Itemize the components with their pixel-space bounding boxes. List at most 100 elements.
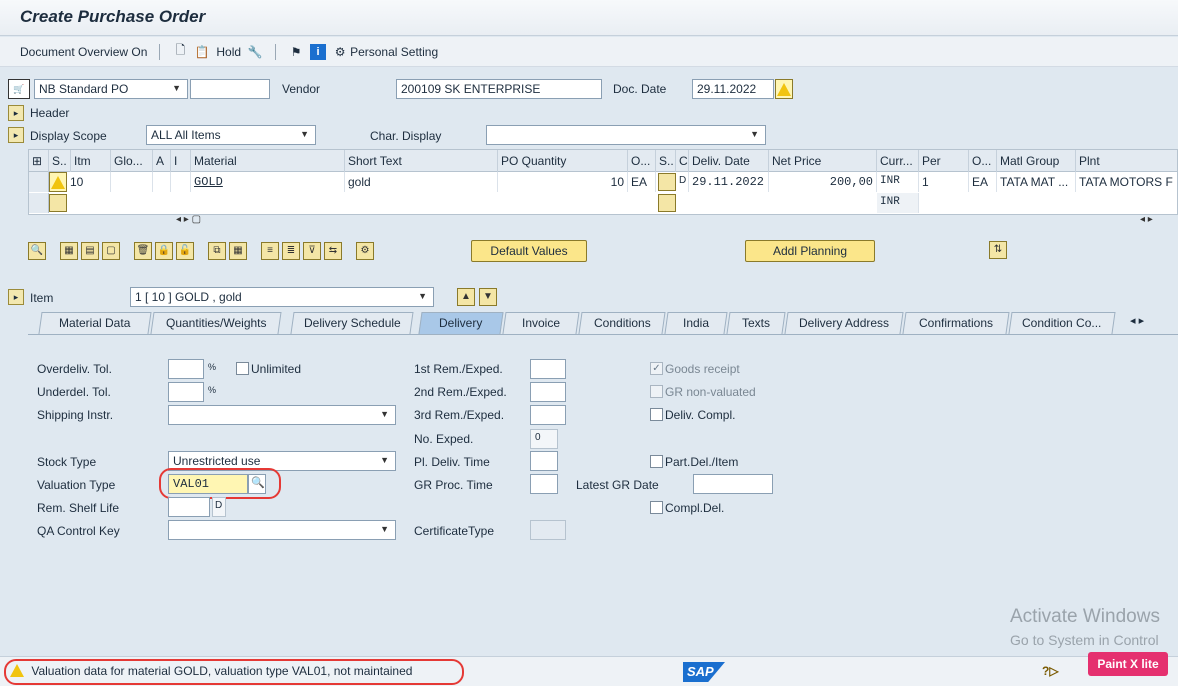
tab-quantities-weights[interactable]: Quantities/Weights xyxy=(150,312,282,334)
tab-material-data[interactable]: Material Data xyxy=(38,312,152,334)
doc-date-warning-icon[interactable] xyxy=(775,79,793,99)
details-icon[interactable]: 🔍 xyxy=(28,242,46,260)
row-selector[interactable] xyxy=(29,172,49,192)
copy-icon[interactable]: ⧉ xyxy=(208,242,226,260)
display-scope-icon[interactable]: ▸ xyxy=(8,127,24,143)
row1-global[interactable] xyxy=(111,172,153,192)
col-opu[interactable]: O... xyxy=(969,150,997,172)
tab-condition-control[interactable]: Condition Co... xyxy=(1008,312,1116,334)
row1-plant[interactable]: TATA MOTORS F xyxy=(1076,172,1178,192)
col-matl-group[interactable]: Matl Group xyxy=(997,150,1076,172)
copy-document-icon[interactable]: 📋 xyxy=(194,44,210,60)
tab-invoice[interactable]: Invoice xyxy=(502,312,580,334)
compl-del-checkbox[interactable] xyxy=(650,501,663,514)
document-overview-button[interactable]: Document Overview On xyxy=(20,45,147,59)
tab-india[interactable]: India xyxy=(664,312,728,334)
filter-icon[interactable]: ⊽ xyxy=(303,242,321,260)
underdel-tol-field[interactable] xyxy=(168,382,204,402)
row1-short-text[interactable]: gold xyxy=(345,172,498,192)
display-scope-select[interactable]: ALL All Items xyxy=(146,125,316,145)
col-deliv-date[interactable]: Deliv. Date xyxy=(689,150,769,172)
gr-non-valuated-checkbox[interactable] xyxy=(650,385,663,398)
col-c[interactable]: C xyxy=(676,150,689,172)
lock-icon[interactable]: 🔒 xyxy=(155,242,173,260)
tab-conditions[interactable]: Conditions xyxy=(578,312,666,334)
row2-status-icon[interactable] xyxy=(49,194,67,212)
deselect-icon[interactable]: ▢ xyxy=(102,242,120,260)
rem1-field[interactable] xyxy=(530,359,566,379)
row1-itemcat[interactable] xyxy=(171,172,191,192)
vendor-field[interactable]: 200109 SK ENTERPRISE xyxy=(396,79,602,99)
row2-schedule-icon[interactable] xyxy=(658,194,676,212)
doc-type-select[interactable]: NB Standard PO xyxy=(34,79,188,99)
item-collapse-icon[interactable]: ▸ xyxy=(8,289,24,305)
help-icon[interactable]: ?▷ xyxy=(1042,664,1059,678)
row1-currency[interactable]: INR xyxy=(877,172,919,192)
latest-gr-date-field[interactable] xyxy=(693,474,773,494)
item-select[interactable]: 1 [ 10 ] GOLD , gold xyxy=(130,287,434,307)
select-all-icon[interactable]: ▦ xyxy=(60,242,78,260)
messages-icon[interactable]: ⚑ xyxy=(288,44,304,60)
check-icon[interactable]: 🔧 xyxy=(247,44,263,60)
row-status-warning-icon[interactable] xyxy=(49,172,67,192)
col-per[interactable]: Per xyxy=(919,150,969,172)
row1-item[interactable]: 10 xyxy=(67,172,111,192)
row1-po-quantity[interactable]: 10 xyxy=(498,172,628,192)
col-item[interactable]: Itm xyxy=(71,150,111,172)
row1-matl-group[interactable]: TATA MAT ... xyxy=(997,172,1076,192)
select-block-icon[interactable]: ▤ xyxy=(81,242,99,260)
table-scroll-right[interactable]: ◂ ▸ xyxy=(1140,214,1153,230)
addl-planning-button[interactable]: Addl Planning xyxy=(745,240,875,262)
col-plant[interactable]: Plnt xyxy=(1076,150,1178,172)
sort-asc-icon[interactable]: ≡ xyxy=(261,242,279,260)
row-selector[interactable] xyxy=(29,193,49,213)
planning-icon[interactable]: ⇅ xyxy=(989,241,1007,259)
unlock-icon[interactable]: 🔓 xyxy=(176,242,194,260)
settings-icon[interactable]: ⚙ xyxy=(356,242,374,260)
doc-date-field[interactable]: 29.11.2022 xyxy=(692,79,774,99)
col-net-price[interactable]: Net Price xyxy=(769,150,877,172)
gr-proc-time-field[interactable] xyxy=(530,474,558,494)
col-s[interactable]: S.. xyxy=(656,150,676,172)
row1-account[interactable] xyxy=(153,172,171,192)
layout-icon[interactable]: ⇆ xyxy=(324,242,342,260)
personal-setting-button[interactable]: Personal Setting xyxy=(350,45,438,59)
part-del-item-checkbox[interactable] xyxy=(650,455,663,468)
col-global[interactable]: Glo... xyxy=(111,150,153,172)
row1-order-unit[interactable]: EA xyxy=(628,172,656,192)
new-document-icon[interactable]: 🗋 xyxy=(172,43,188,60)
unlimited-checkbox[interactable] xyxy=(236,362,249,375)
default-values-button[interactable]: Default Values xyxy=(471,240,587,262)
pl-deliv-time-field[interactable] xyxy=(530,451,558,471)
tab-delivery-schedule[interactable]: Delivery Schedule xyxy=(290,312,414,334)
row1-material[interactable]: GOLD xyxy=(191,172,345,192)
cart-icon[interactable]: 🛒 xyxy=(8,79,30,99)
calculator-icon[interactable]: ▦ xyxy=(229,242,247,260)
col-currency[interactable]: Curr... xyxy=(877,150,919,172)
char-display-select[interactable] xyxy=(486,125,766,145)
table-scroll-left[interactable]: ◂ ▸ ▢ xyxy=(176,214,201,230)
row1-deliv-date[interactable]: 29.11.2022 xyxy=(689,172,769,192)
row1-c[interactable]: D xyxy=(676,172,689,192)
row1-net-price[interactable]: 200,00 xyxy=(769,172,877,192)
qa-control-key-select[interactable] xyxy=(168,520,396,540)
tab-delivery[interactable]: Delivery xyxy=(418,312,504,334)
info-icon[interactable]: i xyxy=(310,43,327,60)
sort-desc-icon[interactable]: ≣ xyxy=(282,242,300,260)
tab-confirmations[interactable]: Confirmations xyxy=(902,312,1010,334)
header-expand-icon[interactable]: ▸ xyxy=(8,105,24,121)
tab-scroll-buttons[interactable]: ◂ ▸ xyxy=(1130,314,1144,327)
column-settings-icon[interactable]: ⊞ xyxy=(29,150,49,172)
rem2-field[interactable] xyxy=(530,382,566,402)
col-short-text[interactable]: Short Text xyxy=(345,150,498,172)
col-order-unit[interactable]: O... xyxy=(628,150,656,172)
row1-per[interactable]: 1 xyxy=(919,172,969,192)
next-item-icon[interactable]: ▼ xyxy=(479,288,497,306)
hold-button[interactable]: Hold xyxy=(216,45,241,59)
rem-shelf-life-field[interactable] xyxy=(168,497,210,517)
delete-icon[interactable]: 🗑 xyxy=(134,242,152,260)
row1-opu[interactable]: EA xyxy=(969,172,997,192)
row1-schedule-icon[interactable] xyxy=(658,173,676,191)
col-status[interactable]: S.. xyxy=(49,150,71,172)
rem3-field[interactable] xyxy=(530,405,566,425)
